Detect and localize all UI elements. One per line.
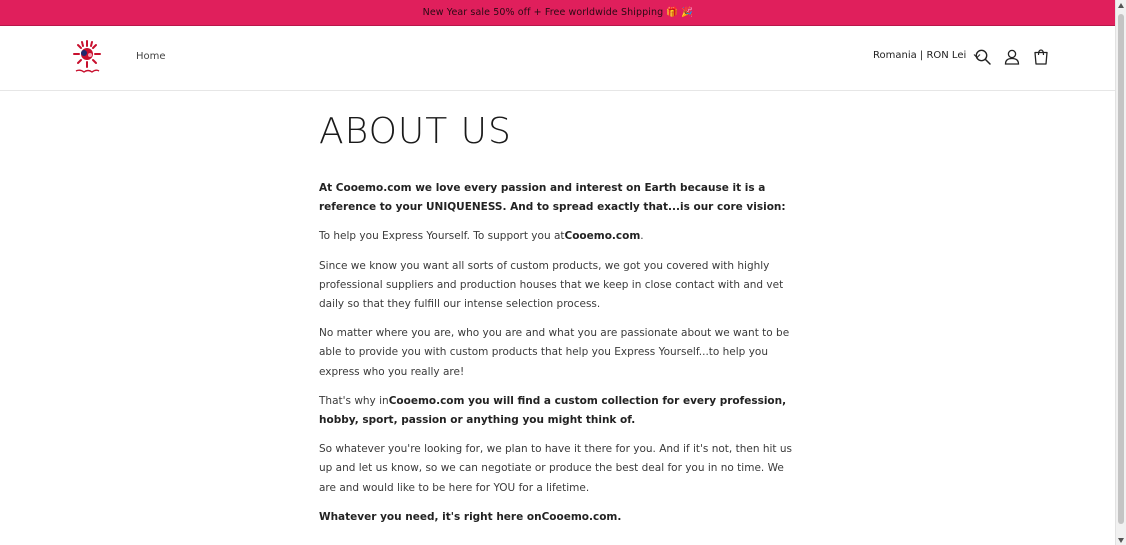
page-title: ABOUT US [319,111,512,152]
paragraph-closing: Whatever you need, it's right here onCoo… [319,510,622,523]
cooemo-logo-icon[interactable] [70,39,104,77]
collection-prefix: That's why in [319,394,389,407]
page-scrollbar[interactable] [1115,0,1126,545]
brand-link-text: Cooemo.com [564,230,641,243]
paragraph-suppliers: Since we know you want all sorts of cust… [319,259,784,311]
about-text: At Cooemo.com we love every passion and … [319,179,795,537]
mission-text: To help you Express Yourself. To support… [319,230,565,243]
paragraph-mission: To help you Express Yourself. To support… [319,227,795,246]
site-header: Home Romania | RON Lei [0,26,1116,91]
paragraph-vision: At Cooemo.com we love every passion and … [319,182,786,214]
search-icon[interactable] [974,48,992,66]
collection-bold: Cooemo.com you will find a custom collec… [319,394,787,427]
scroll-thumb[interactable] [1118,14,1124,524]
mission-suffix: . [640,230,644,243]
cart-icon[interactable] [1032,48,1050,66]
scroll-down-icon[interactable] [1118,538,1124,543]
paragraph-passion: No matter where you are, who you are and… [319,327,790,378]
locale-selector[interactable]: Romania | RON Lei [873,50,982,61]
scroll-up-icon[interactable] [1118,3,1124,8]
account-icon[interactable] [1003,48,1021,66]
nav-home-link[interactable]: Home [136,51,166,62]
locale-label: Romania | RON Lei [873,50,967,61]
announcement-text: New Year sale 50% off + Free worldwide S… [422,7,694,18]
announcement-bar: New Year sale 50% off + Free worldwide S… [0,0,1116,26]
paragraph-promise: So whatever you're looking for, we plan … [319,443,792,494]
paragraph-collection: That's why inCooemo.com you will find a … [319,392,795,430]
